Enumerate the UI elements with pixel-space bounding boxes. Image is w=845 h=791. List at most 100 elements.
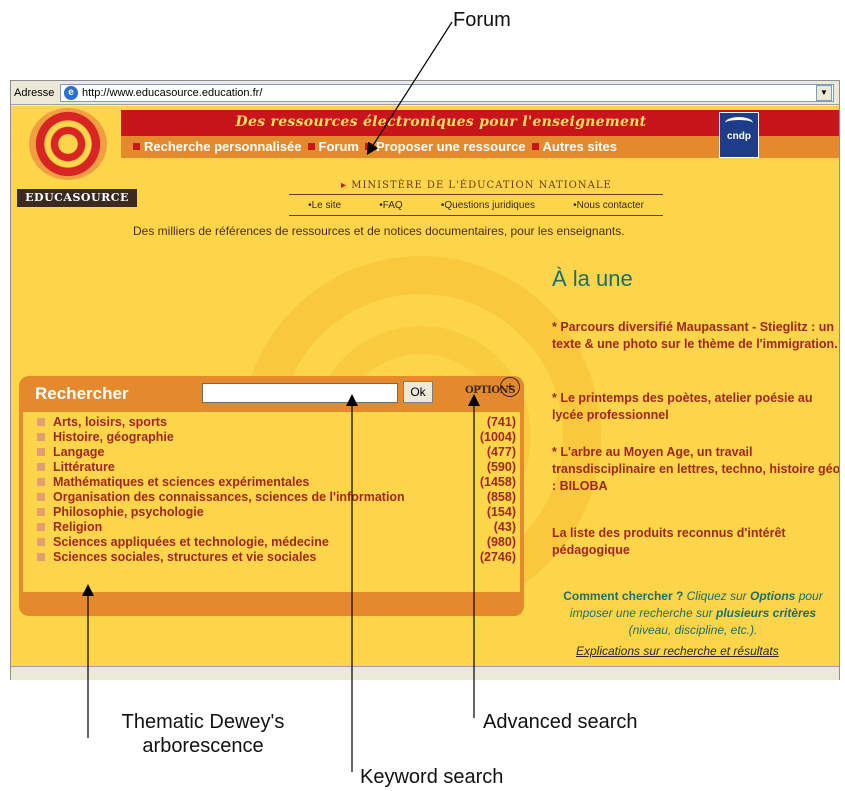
category-name[interactable]: Religion <box>53 520 474 534</box>
category-count: (154) <box>486 504 516 519</box>
square-bullet-icon <box>37 507 45 516</box>
category-count: (1458) <box>479 474 516 489</box>
help-options-word[interactable]: Options <box>750 589 795 603</box>
cndp-label: cndp <box>727 131 751 142</box>
status-strip <box>11 666 839 680</box>
help-bold-words: plusieurs critères <box>716 606 817 620</box>
category-tree: Arts, loisirs, sports (741) Histoire, géo… <box>23 412 520 592</box>
nav-bullet-icon <box>133 143 140 150</box>
category-name[interactable]: Sciences sociales, structures et vie soc… <box>53 550 474 564</box>
triangle-right-icon: ▸ <box>341 180 352 191</box>
category-name[interactable]: Littérature <box>53 460 474 474</box>
news-item[interactable]: La liste des produits reconnus d'intérêt… <box>552 525 839 559</box>
annotation-advanced: Advanced search <box>483 711 638 733</box>
ministry-text: MINISTÈRE DE L'ÉDUCATION NATIONALE <box>351 180 612 191</box>
category-name[interactable]: Arts, loisirs, sports <box>53 415 474 429</box>
link-questions-juridiques[interactable]: •Questions juridiques <box>441 200 535 211</box>
category-name[interactable]: Mathématiques et sciences expérimentales <box>53 475 474 489</box>
explanations-link[interactable]: Explications sur recherche et résultats <box>576 644 779 658</box>
category-name[interactable]: Histoire, géographie <box>53 430 474 444</box>
ie-page-icon: e <box>64 85 78 100</box>
nav-recherche-personnalisee[interactable]: Recherche personnalisée <box>133 139 302 154</box>
link-nous-contacter[interactable]: •Nous contacter <box>573 200 644 211</box>
category-row[interactable]: Littérature (590) <box>23 459 520 474</box>
cndp-logo[interactable]: cndp <box>719 112 759 158</box>
category-count: (858) <box>486 489 516 504</box>
address-field[interactable]: e http://www.educasource.education.fr/ ▼ <box>60 83 834 102</box>
news-item[interactable]: * Parcours diversifié Maupassant - Stieg… <box>552 319 839 353</box>
category-name[interactable]: Philosophie, psychologie <box>53 505 474 519</box>
cndp-swoosh-icon <box>725 117 753 129</box>
category-name[interactable]: Sciences appliquées et technologie, méde… <box>53 535 474 549</box>
nav-bullet-icon <box>307 143 315 150</box>
nav-label[interactable]: Forum <box>319 139 359 154</box>
category-list: Arts, loisirs, sports (741) Histoire, géo… <box>23 414 520 564</box>
address-bar: Adresse e http://www.educasource.educati… <box>11 81 839 105</box>
site-tagline: Des ressources électroniques pour l'ense… <box>235 114 647 130</box>
category-count: (1004) <box>479 429 516 444</box>
category-row[interactable]: Arts, loisirs, sports (741) <box>23 414 520 429</box>
annotation-thematic-line1: Thematic Dewey's <box>121 711 285 733</box>
square-bullet-icon <box>37 552 45 561</box>
address-url[interactable]: http://www.educasource.education.fr/ <box>82 87 816 99</box>
category-count: (43) <box>493 519 516 534</box>
category-count: (2746) <box>479 549 516 564</box>
nav-bullet-icon <box>531 143 539 150</box>
help-text1: Cliquez sur <box>686 589 747 603</box>
nav-forum[interactable]: Forum <box>307 139 359 154</box>
square-bullet-icon <box>37 417 45 426</box>
category-count: (590) <box>486 459 516 474</box>
square-bullet-icon <box>37 492 45 501</box>
category-name[interactable]: Organisation des connaissances, sciences… <box>53 490 474 504</box>
main-nav: Recherche personnalisée Forum Proposer u… <box>133 139 617 154</box>
nav-autres-sites[interactable]: Autres sites <box>531 139 617 154</box>
chevron-down-icon[interactable]: ▼ <box>816 84 832 101</box>
category-row[interactable]: Sciences sociales, structures et vie soc… <box>23 549 520 564</box>
nav-proposer-ressource[interactable]: Proposer une ressource <box>364 139 526 154</box>
news-item[interactable]: * L'arbre au Moyen Age, un travail trans… <box>552 444 839 495</box>
category-row[interactable]: Mathématiques et sciences expérimentales… <box>23 474 520 489</box>
category-row[interactable]: Sciences appliquées et technologie, méde… <box>23 534 520 549</box>
page-content: Des ressources électroniques pour l'ense… <box>11 106 839 666</box>
nav-label[interactable]: Autres sites <box>543 139 617 154</box>
search-ok-button[interactable]: Ok <box>403 381 433 403</box>
browser-window: Adresse e http://www.educasource.educati… <box>10 80 840 680</box>
category-count: (741) <box>486 414 516 429</box>
annotation-thematic-line2: arborescence <box>142 735 264 757</box>
category-row[interactable]: Histoire, géographie (1004) <box>23 429 520 444</box>
ministry-heading: ▸ MINISTÈRE DE L'ÉDUCATION NATIONALE <box>341 180 612 191</box>
category-count: (980) <box>486 534 516 549</box>
square-bullet-icon <box>37 537 45 546</box>
category-row[interactable]: Langage (477) <box>23 444 520 459</box>
nav-label[interactable]: Recherche personnalisée <box>144 139 302 154</box>
category-row[interactable]: Philosophie, psychologie (154) <box>23 504 520 519</box>
category-row[interactable]: Organisation des connaissances, sciences… <box>23 489 520 504</box>
square-bullet-icon <box>37 432 45 441</box>
link-faq[interactable]: •FAQ <box>379 200 403 211</box>
educasource-logo-text[interactable]: EDUCASOURCE <box>17 189 137 207</box>
help-question: Comment chercher ? <box>563 589 684 603</box>
link-le-site[interactable]: •Le site <box>308 200 341 211</box>
secondary-links: •Le site •FAQ •Questions juridiques •Nou… <box>289 194 663 216</box>
nav-bullet-icon <box>364 143 372 150</box>
square-bullet-icon <box>37 447 45 456</box>
help-text3: (niveau, discipline, etc.). <box>628 623 758 637</box>
nav-label[interactable]: Proposer une ressource <box>376 139 526 154</box>
search-help: Comment chercher ? Cliquez sur Options p… <box>552 588 834 639</box>
news-title: À la une <box>552 266 633 291</box>
intro-text: Des milliers de références de ressources… <box>133 224 625 238</box>
search-panel: Rechercher Ok OPTIONS + Arts, loisirs, s… <box>19 376 524 616</box>
square-bullet-icon <box>37 462 45 471</box>
square-bullet-icon <box>37 477 45 486</box>
category-row[interactable]: Religion (43) <box>23 519 520 534</box>
category-name[interactable]: Langage <box>53 445 474 459</box>
annotation-forum: Forum <box>453 9 511 31</box>
square-bullet-icon <box>37 522 45 531</box>
search-label: Rechercher <box>35 384 129 403</box>
plus-circle-icon[interactable]: + <box>500 377 520 397</box>
news-item[interactable]: * Le printemps des poètes, atelier poési… <box>552 390 839 424</box>
annotation-keyword: Keyword search <box>360 766 504 788</box>
educasource-logo-icon[interactable] <box>29 108 107 180</box>
keyword-search-input[interactable] <box>202 383 398 403</box>
annotation-thematic: Thematic Dewey's arborescence <box>93 710 313 758</box>
